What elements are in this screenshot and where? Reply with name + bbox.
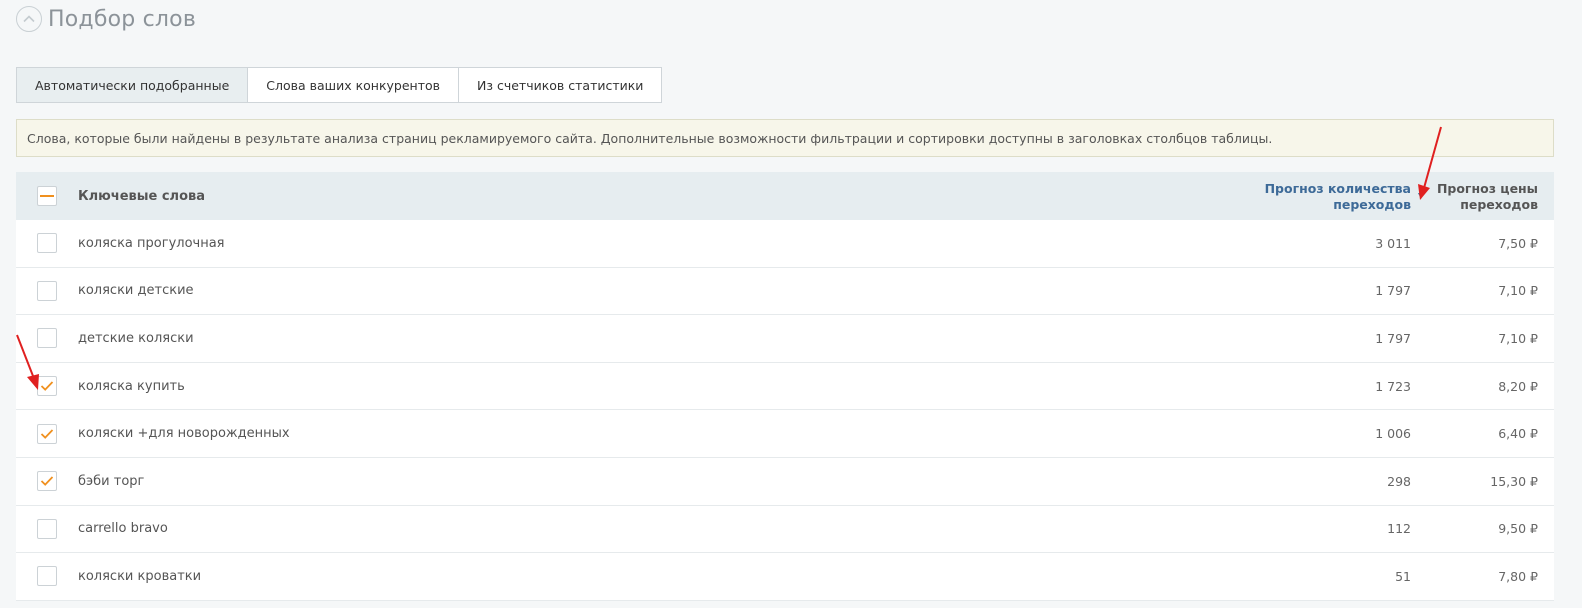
row-checkbox[interactable] [37,280,57,301]
tab-competitor-words[interactable]: Слова ваших конкурентов [248,67,460,103]
price-cell: 9,50 ₽ [1498,521,1538,537]
table-row: коляски кроватки 51 7,80 ₽ [16,553,1554,601]
chevron-up-icon[interactable] [16,6,42,32]
clicks-cell: 1 797 [1375,283,1411,299]
column-header-price-line1: Прогноз цены [1436,181,1538,196]
table-row: бэби торг 298 15,30 ₽ [16,457,1554,506]
price-cell: 15,30 ₽ [1490,473,1538,489]
tab-bar: Автоматически подобранные Слова ваших ко… [16,67,663,103]
keyword-cell: детские коляски [78,330,194,346]
keyword-cell: коляска прогулочная [78,235,225,251]
column-header-clicks-forecast[interactable]: Прогноз количества переходов [1265,181,1411,213]
price-cell: 8,20 ₽ [1498,378,1538,394]
clicks-cell: 1 797 [1375,330,1411,346]
column-header-clicks-line2: переходов [1333,197,1411,212]
table-row: коляски детские 1 797 7,10 ₽ [16,267,1554,316]
keyword-cell: carrello bravo [78,521,168,537]
clicks-cell: 3 011 [1375,235,1411,251]
row-checkbox[interactable] [37,471,57,492]
checkmark-icon [40,476,54,487]
row-checkbox[interactable] [37,518,57,539]
clicks-cell: 112 [1387,521,1411,537]
keyword-cell: коляска купить [78,378,185,394]
row-checkbox[interactable] [37,423,57,444]
info-notice: Слова, которые были найдены в результате… [16,119,1554,157]
checkmark-icon [40,429,54,439]
clicks-cell: 1 006 [1375,426,1411,442]
tab-statistics-counters[interactable]: Из счетчиков статистики [459,67,663,103]
annotation-arrow-checkbox [16,334,39,390]
column-header-price-line2: переходов [1460,197,1538,212]
keyword-cell: бэби торг [78,473,145,489]
column-header-price-forecast[interactable]: Прогноз цены переходов [1437,181,1538,213]
select-all-cell [16,186,78,206]
price-cell: 7,80 ₽ [1498,568,1538,584]
column-header-clicks-line1: Прогноз количества [1264,181,1411,196]
table-row: carrello bravo 112 9,50 ₽ [16,505,1554,554]
keyword-cell: коляски +для новорожденных [78,426,290,442]
page-header: Подбор слов [16,6,196,32]
tab-auto-selected[interactable]: Автоматически подобранные [16,67,249,103]
price-cell: 7,50 ₽ [1498,235,1538,251]
keywords-table: Ключевые слова Прогноз количества перехо… [16,172,1554,601]
clicks-cell: 51 [1395,568,1411,584]
page-title: Подбор слов [48,6,196,32]
keyword-cell: коляски кроватки [78,568,202,584]
table-row: коляска купить 1 723 8,20 ₽ [16,362,1554,411]
table-row: коляска прогулочная 3 011 7,50 ₽ [16,220,1554,268]
table-row: детские коляски 1 797 7,10 ₽ [16,315,1554,363]
clicks-cell: 298 [1387,473,1411,489]
row-checkbox[interactable] [37,233,57,254]
select-all-checkbox[interactable] [37,186,57,206]
price-cell: 7,10 ₽ [1498,330,1538,346]
annotation-arrow-sort [1418,126,1442,200]
price-cell: 6,40 ₽ [1498,426,1538,442]
price-cell: 7,10 ₽ [1498,283,1538,299]
keyword-cell: коляски детские [78,283,194,299]
info-notice-text: Слова, которые были найдены в результате… [27,130,1273,146]
row-checkbox[interactable] [37,566,57,587]
clicks-cell: 1 723 [1375,378,1411,394]
table-row: коляски +для новорожденных 1 006 6,40 ₽ [16,410,1554,458]
table-header: Ключевые слова Прогноз количества перехо… [16,172,1554,220]
